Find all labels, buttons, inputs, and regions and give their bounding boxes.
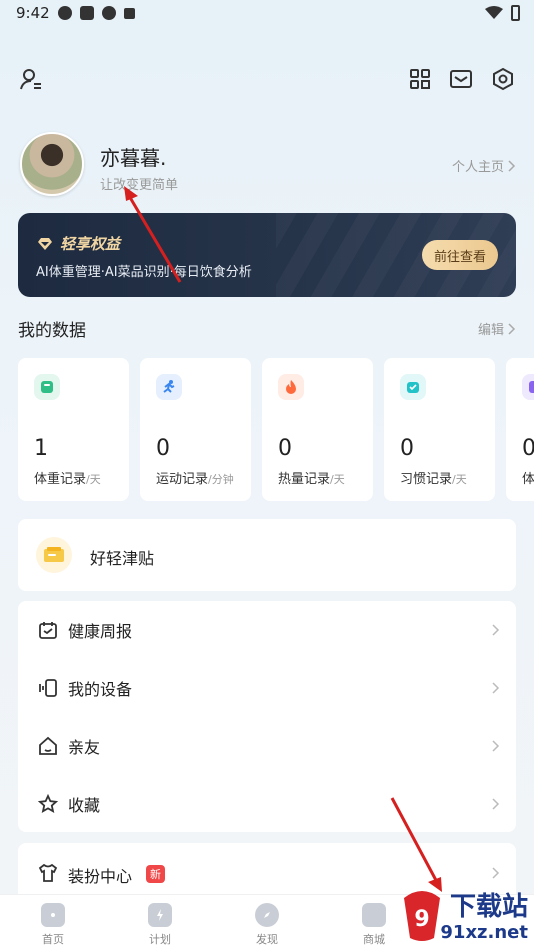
watermark-logo: 9 <box>404 891 440 941</box>
home-tab-icon <box>41 903 65 927</box>
chevron-right-icon <box>508 322 516 335</box>
stat-card-extra[interactable]: 0 体 <box>506 358 534 501</box>
signature[interactable]: 让改变更简单 <box>100 174 178 193</box>
personal-homepage-label: 个人主页 <box>451 160 504 175</box>
chevron-right-icon <box>492 624 500 636</box>
vip-title: 轻享权益 <box>36 233 120 254</box>
stat-value: 1 <box>34 436 48 461</box>
stat-card-habit[interactable]: 0 习惯记录/天 <box>384 358 495 501</box>
notification-a-icon <box>124 8 135 19</box>
stat-card-exercise[interactable]: 0 运动记录/分钟 <box>140 358 251 501</box>
vip-view-button[interactable]: 前往查看 <box>422 240 498 270</box>
profile-header: 亦暮暮. 让改变更简单 个人主页 <box>20 132 516 198</box>
watermark-text: 下载站 <box>449 892 528 922</box>
user-switch-icon[interactable] <box>18 66 44 92</box>
chevron-right-icon <box>508 159 516 172</box>
scale-icon <box>34 374 60 400</box>
subsidy-card[interactable]: 好轻津贴 <box>18 519 516 591</box>
stat-label: 热量记录/天 <box>278 472 345 487</box>
home-icon <box>36 734 60 758</box>
coupon-icon <box>36 537 72 573</box>
stat-label: 体重记录/天 <box>34 472 101 487</box>
stat-label: 运动记录/分钟 <box>156 472 234 487</box>
edit-link[interactable]: 编辑 <box>478 319 516 338</box>
nav-label: 商城 <box>363 933 385 946</box>
my-data-header: 我的数据 编辑 <box>18 316 516 341</box>
status-system-icons <box>485 5 520 21</box>
menu-label: 健康周报 <box>68 622 133 641</box>
notification-app-icon <box>58 6 72 20</box>
nav-plan[interactable]: 计划 <box>132 903 188 947</box>
my-data-title: 我的数据 <box>18 321 86 341</box>
new-badge: 新 <box>146 865 165 883</box>
running-icon <box>156 374 182 400</box>
plan-tab-icon <box>148 903 172 927</box>
notification-app-icon <box>102 6 116 20</box>
status-time: 9:42 <box>16 4 50 22</box>
username[interactable]: 亦暮暮. <box>100 142 166 171</box>
menu-item-family[interactable]: 亲友 <box>18 717 516 775</box>
chevron-right-icon <box>492 867 500 879</box>
stat-label: 体 <box>522 472 534 487</box>
star-icon <box>36 792 60 816</box>
mall-tab-icon <box>362 903 386 927</box>
nav-mall[interactable]: 商城 <box>346 903 402 947</box>
calendar-icon <box>36 618 60 642</box>
chevron-right-icon <box>492 798 500 810</box>
stat-card-weight[interactable]: 1 体重记录/天 <box>18 358 129 501</box>
menu-label: 收藏 <box>68 796 101 815</box>
extra-icon <box>522 374 534 400</box>
compass-icon <box>255 903 279 927</box>
edit-label: 编辑 <box>477 323 504 338</box>
vip-description: AI体重管理·AI菜品识别·每日饮食分析 <box>36 265 252 280</box>
diamond-icon <box>38 237 52 250</box>
subsidy-label: 好轻津贴 <box>90 549 155 568</box>
nav-label: 首页 <box>42 933 64 946</box>
watermark-url: 91xz.net <box>440 922 528 943</box>
settings-icon[interactable] <box>490 66 516 92</box>
notification-square-icon <box>80 6 94 20</box>
chevron-right-icon <box>492 682 500 694</box>
menu-item-favorites[interactable]: 收藏 <box>18 775 516 833</box>
nav-home[interactable]: 首页 <box>25 903 81 947</box>
personal-homepage-link[interactable]: 个人主页 <box>452 156 516 175</box>
vip-benefits-card[interactable]: 轻享权益 AI体重管理·AI菜品识别·每日饮食分析 前往查看 <box>18 213 516 297</box>
nav-label: 计划 <box>149 933 171 946</box>
chevron-right-icon <box>492 740 500 752</box>
dress-center-label: 装扮中心 <box>68 867 133 886</box>
stat-label: 习惯记录/天 <box>400 472 467 487</box>
wifi-icon <box>485 6 503 19</box>
nav-discover[interactable]: 发现 <box>239 903 295 947</box>
stat-value: 0 <box>400 436 414 461</box>
menu-item-my-devices[interactable]: 我的设备 <box>18 659 516 717</box>
battery-icon <box>511 5 520 21</box>
menu-item-health-report[interactable]: 健康周报 <box>18 601 516 659</box>
scan-qr-icon[interactable] <box>407 66 433 92</box>
top-action-bar <box>0 66 534 92</box>
stat-card-calories[interactable]: 0 热量记录/天 <box>262 358 373 501</box>
menu-label: 我的设备 <box>68 680 133 699</box>
menu-label: 亲友 <box>68 738 101 757</box>
device-icon <box>36 676 60 700</box>
watermark: 9 下载站 91xz.net <box>400 886 530 948</box>
flame-icon <box>278 374 304 400</box>
message-icon[interactable] <box>448 66 474 92</box>
status-notification-icons <box>58 6 135 20</box>
stat-value: 0 <box>522 436 534 461</box>
shirt-icon <box>36 861 60 885</box>
svg-text:9: 9 <box>414 907 429 932</box>
habit-icon <box>400 374 426 400</box>
stat-value: 0 <box>156 436 170 461</box>
menu-list: 健康周报 我的设备 亲友 收藏 <box>18 601 516 832</box>
nav-label: 发现 <box>256 933 278 946</box>
my-data-cards: 1 体重记录/天 0 运动记录/分钟 0 热量记录/天 0 习惯记录/天 0 体 <box>18 358 534 502</box>
avatar[interactable] <box>20 132 84 196</box>
vip-title-text: 轻享权益 <box>60 235 121 253</box>
stat-value: 0 <box>278 436 292 461</box>
status-bar: 9:42 <box>0 0 534 28</box>
